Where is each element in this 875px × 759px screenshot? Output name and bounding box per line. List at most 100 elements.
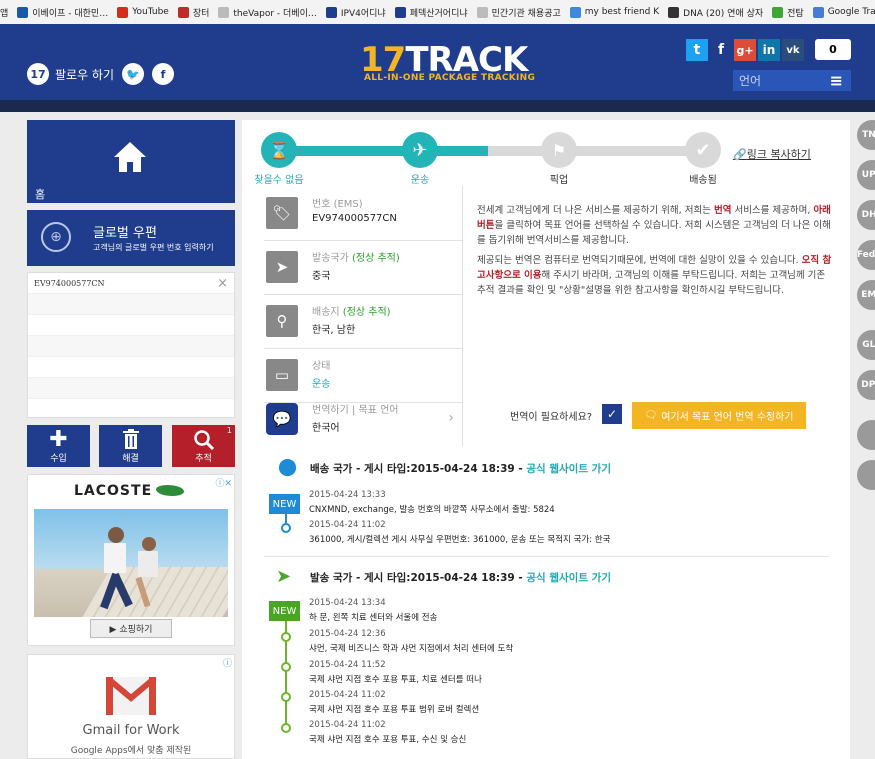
tracking-input-row[interactable]: EV974000577CN ×	[28, 273, 234, 294]
googleplus-share-icon[interactable]: g+	[734, 39, 756, 61]
bookmark-item[interactable]: 장터	[177, 6, 210, 19]
airplane-icon: ✈	[402, 132, 438, 168]
carrier-icon[interactable]: UPS	[857, 160, 875, 190]
step-not-found: 찾을수 없음	[254, 175, 304, 186]
shop-now-button[interactable]: ▶ 쇼핑하기	[90, 619, 172, 638]
ad-info-icon[interactable]: ⓘ✕	[215, 476, 232, 489]
number-key: 번호 (EMS)	[312, 199, 363, 210]
bookmark-item[interactable]: 앱	[0, 6, 8, 19]
17track-logo-icon[interactable]: 17	[27, 63, 49, 85]
bookmark-item[interactable]: 민간기관 채용공고	[476, 6, 561, 19]
timeline-dot	[281, 692, 291, 702]
bookmark-item[interactable]: 이베이프 - 대한민…	[17, 6, 108, 19]
global-postal-tile[interactable]: ⊕ 글로벌 우편 고객님의 글로벌 우편 번호 입력하기	[27, 210, 235, 266]
event-time: 2015-04-24 11:02	[309, 720, 386, 730]
bookmark-item[interactable]: Google Translate	[812, 6, 875, 18]
import-label: 수입	[50, 453, 67, 464]
number-value[interactable]: EV974000577CN	[312, 213, 397, 224]
copy-link[interactable]: 🔗링크 복사하기	[733, 146, 811, 162]
destination-date: 2015-04-24 18:39	[410, 463, 515, 475]
translate-checkbox[interactable]: ✓	[602, 404, 622, 424]
linkedin-share-icon[interactable]: in	[758, 39, 780, 61]
tracking-input-row[interactable]	[28, 336, 234, 357]
bookmark-icon	[668, 6, 680, 18]
lacoste-ad[interactable]: ⓘ✕ LACOSTE ▶ 쇼핑하기	[27, 474, 235, 646]
bookmark-label: 이베이프 - 대한민…	[32, 8, 109, 19]
destination-website-link[interactable]: 공식 웹사이트 가기	[526, 463, 611, 475]
carrier-icon[interactable]	[857, 460, 875, 490]
twitter-share-icon[interactable]: t	[686, 39, 708, 61]
event-description: 국제 샤먼 지점 호수 포용 투표, 치료 센터를 떠나	[309, 675, 482, 685]
vk-share-icon[interactable]: vk	[782, 39, 804, 61]
import-button[interactable]: ✚ 수입	[27, 425, 90, 467]
carrier-icon[interactable]: DHL	[857, 200, 875, 230]
gmail-icon	[106, 677, 156, 715]
chevron-right-icon: ›	[448, 410, 454, 426]
gmail-ad-subtitle: Google Apps에서 맞춤 제작된	[70, 746, 192, 756]
step-delivered: 배송됨	[689, 175, 717, 186]
modify-language-button[interactable]: 🗨 여기서 목표 언어 번역 수정하기	[632, 402, 806, 429]
bookmark-item[interactable]: 페덱산거어디냐	[394, 6, 468, 19]
bookmark-icon	[772, 6, 784, 18]
destination-title-prefix: 배송 국가 - 게시 타입:	[310, 463, 411, 475]
bookmark-icon	[812, 6, 824, 18]
origin-title-prefix: 발송 국가 - 게시 타입:	[310, 572, 411, 584]
clear-button[interactable]: 해결	[99, 425, 162, 467]
bookmark-icon	[569, 6, 581, 18]
destination-value: 한국, 남한	[312, 325, 356, 336]
wallet-icon: ▭	[266, 359, 298, 391]
origin-date: 2015-04-24 18:39	[410, 572, 515, 584]
status-value: 운송	[312, 379, 331, 390]
twitter-follow-icon[interactable]: 🐦	[122, 63, 145, 85]
trash-icon	[122, 428, 139, 449]
bookmark-label: 민간기관 채용공고	[491, 8, 561, 19]
bookmarks-bar: 앱 이베이프 - 대한민… YouTube 장터 theVapor - 더베이… IPV4…	[0, 0, 875, 25]
bookmark-item[interactable]: YouTube	[117, 6, 169, 18]
tracking-input-row[interactable]	[28, 357, 234, 378]
share-count: 0	[815, 39, 851, 60]
follow-label: 팔로우 하기	[55, 67, 115, 82]
carrier-icon[interactable]: EMS	[857, 280, 875, 310]
carrier-icon[interactable]: GLS	[857, 330, 875, 360]
bookmark-icon	[325, 6, 337, 18]
tracking-input-row[interactable]	[28, 294, 234, 315]
origin-website-link[interactable]: 공식 웹사이트 가기	[526, 572, 611, 584]
gmail-ad-title: Gmail for Work	[82, 723, 180, 738]
carrier-icon[interactable]	[857, 420, 875, 450]
ad-person-head	[108, 527, 124, 543]
gmail-ad[interactable]: ⓘ Gmail for Work Google Apps에서 맞춤 제작된	[27, 654, 235, 759]
bookmark-item[interactable]: my best friend K	[569, 6, 659, 18]
copy-link-label: 링크 복사하기	[746, 148, 811, 161]
progress-track	[488, 146, 700, 156]
origin-send-icon: ➤	[276, 566, 292, 587]
language-selector[interactable]: 언어 ≡	[733, 70, 851, 91]
bookmark-label: IPV4어디냐	[340, 8, 386, 19]
event-description: 하 문, 왼쪽 치료 센터와 서울에 전송	[309, 613, 438, 623]
plus-icon: ✚	[49, 426, 68, 452]
facebook-follow-icon[interactable]: f	[152, 63, 175, 85]
carrier-icon[interactable]: DPD	[857, 370, 875, 400]
event-time: 2015-04-24 13:34	[309, 598, 386, 608]
home-icon	[114, 142, 146, 172]
timeline-dot	[281, 523, 291, 533]
tracking-number-input[interactable]: EV974000577CN	[34, 279, 105, 288]
bookmark-item[interactable]: DNA (20) 연애 상자	[668, 6, 763, 19]
bookmark-item[interactable]: theVapor - 더베이…	[218, 6, 317, 19]
info-translate[interactable]: 💬 번역하기 | 목표 언어 한국어 ›	[264, 392, 462, 446]
home-tile[interactable]: 홈	[27, 120, 235, 203]
bookmark-item[interactable]: IPV4어디냐	[325, 6, 386, 19]
carrier-icon[interactable]: TNT	[857, 120, 875, 150]
bookmark-item[interactable]: 전탐	[772, 6, 804, 19]
facebook-share-icon[interactable]: f	[710, 39, 732, 61]
track-button[interactable]: 추적 1	[172, 425, 235, 467]
bookmark-label: 장터	[192, 8, 210, 19]
clear-icon[interactable]: ×	[217, 273, 228, 294]
origin-key-label: 발송국가	[312, 253, 349, 264]
bookmark-label: 전탐	[787, 8, 804, 19]
tracking-input-row[interactable]	[28, 378, 234, 399]
tracking-input-row[interactable]	[28, 315, 234, 336]
timeline-dot	[281, 632, 291, 642]
timeline-dot	[281, 662, 291, 672]
ad-info-icon[interactable]: ⓘ	[223, 656, 232, 669]
carrier-icon[interactable]: Fedex	[857, 240, 875, 270]
